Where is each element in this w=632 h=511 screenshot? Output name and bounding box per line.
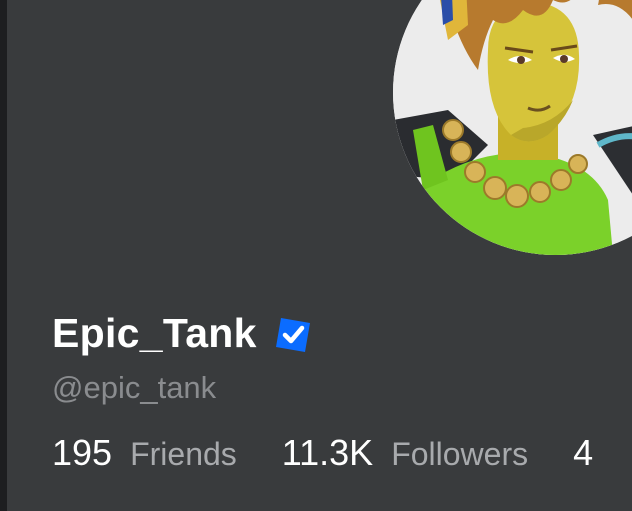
profile-card: Epic_Tank @epic_tank 195 Friends 11.3K F… bbox=[7, 0, 632, 511]
profile-stats: 195 Friends 11.3K Followers 4 bbox=[52, 432, 632, 474]
friends-label: Friends bbox=[130, 436, 237, 472]
stat-following[interactable]: 4 bbox=[573, 432, 611, 474]
display-name-row: Epic_Tank bbox=[52, 305, 313, 361]
avatar[interactable] bbox=[393, 0, 632, 255]
following-count: 4 bbox=[573, 432, 594, 473]
username: @epic_tank bbox=[52, 370, 217, 405]
followers-count: 11.3K bbox=[281, 432, 374, 473]
stat-friends[interactable]: 195 Friends bbox=[52, 432, 237, 474]
stat-followers[interactable]: 11.3K Followers bbox=[282, 432, 528, 474]
friends-count: 195 bbox=[52, 432, 113, 473]
display-name: Epic_Tank bbox=[52, 309, 257, 356]
followers-label: Followers bbox=[391, 436, 529, 472]
verified-badge-icon bbox=[275, 318, 310, 352]
avatar-headshot-image bbox=[393, 0, 632, 255]
